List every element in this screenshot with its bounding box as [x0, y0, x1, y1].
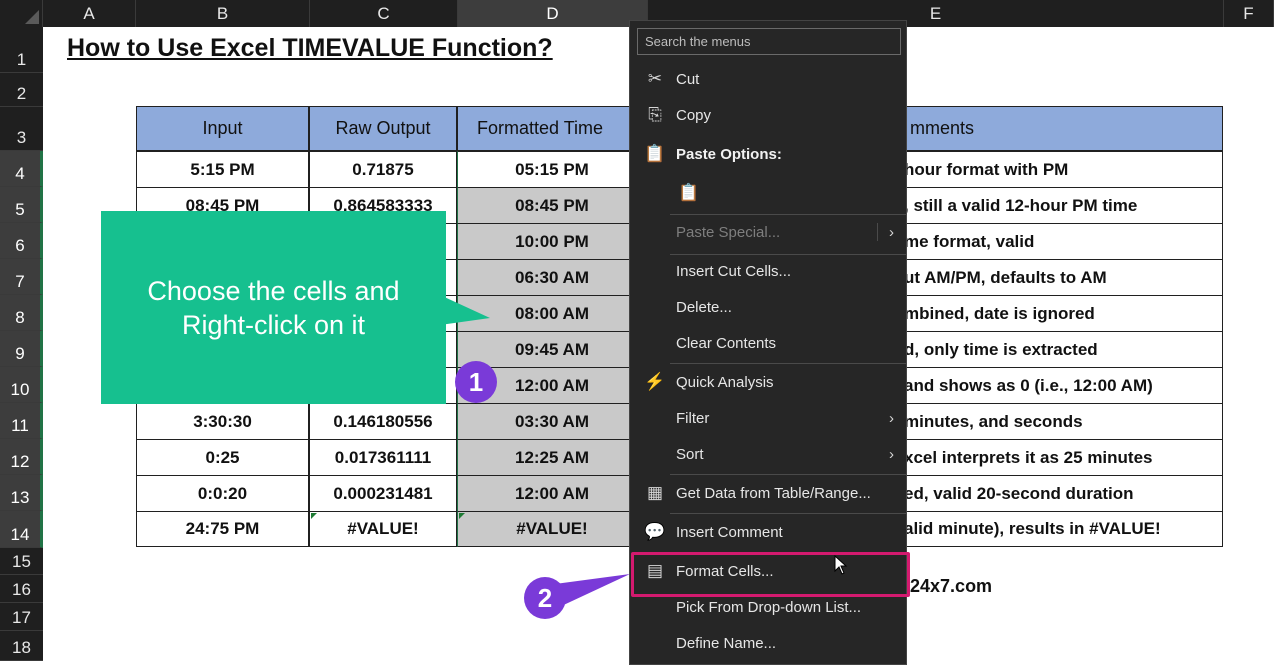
- menu-item-label: Pick From Drop-down List...: [676, 598, 862, 616]
- menu-item-insert-comment[interactable]: 💬 Insert Comment: [630, 515, 906, 549]
- menu-item-label: Paste Options:: [676, 145, 782, 163]
- clipboard-icon: 📋: [644, 144, 666, 163]
- paste-option-default[interactable]: 📋: [630, 176, 906, 210]
- row-header-16[interactable]: 16: [0, 575, 43, 603]
- menu-item-define-name[interactable]: Define Name...: [630, 626, 906, 660]
- cell-formatted-time[interactable]: #VALUE!: [457, 511, 647, 547]
- mouse-cursor-icon: [834, 555, 848, 575]
- callout-pointer: [440, 295, 490, 325]
- column-header-c[interactable]: C: [310, 0, 458, 27]
- column-header-a[interactable]: A: [43, 0, 136, 27]
- row-header-1[interactable]: 1: [0, 27, 43, 73]
- chevron-right-icon: ›: [889, 445, 894, 463]
- scissors-icon: ✂: [647, 69, 663, 88]
- cell-input[interactable]: 5:15 PM: [136, 151, 309, 188]
- row-header-15[interactable]: 15: [0, 548, 43, 575]
- menu-item-label: Clear Contents: [676, 334, 777, 352]
- cell-input[interactable]: 0:25: [136, 439, 309, 476]
- menu-search-input[interactable]: Search the menus: [637, 28, 901, 55]
- header-formatted-time[interactable]: Formatted Time: [457, 106, 647, 151]
- menu-item-label: Define Name...: [676, 634, 777, 652]
- menu-item-label: Insert Cut Cells...: [676, 262, 792, 280]
- menu-item-label: Copy: [676, 106, 712, 124]
- table-icon: ▦: [646, 483, 664, 502]
- quick-analysis-icon: ⚡: [644, 372, 666, 391]
- chevron-right-icon: ›: [889, 223, 894, 241]
- paste-icon: 📋: [678, 183, 700, 202]
- menu-item-get-data[interactable]: ▦ Get Data from Table/Range...: [630, 476, 906, 510]
- cell-raw-output[interactable]: 0.71875: [309, 151, 457, 188]
- menu-item-cut[interactable]: ✂ Cut: [630, 62, 906, 96]
- menu-item-label: Filter: [676, 409, 710, 427]
- cell-raw-output[interactable]: 0.146180556: [309, 403, 457, 440]
- cell-text: #VALUE!: [516, 519, 588, 538]
- cell-formatted-time[interactable]: 10:00 PM: [457, 223, 647, 260]
- menu-item-filter[interactable]: Filter ›: [630, 401, 906, 435]
- error-indicator-icon: [311, 513, 317, 519]
- menu-item-label: Sort: [676, 445, 704, 463]
- menu-item-insert-cut-cells[interactable]: Insert Cut Cells...: [630, 254, 906, 288]
- cell-raw-output[interactable]: 0.017361111: [309, 439, 457, 476]
- instruction-callout: Choose the cells and Right-click on it: [101, 211, 446, 404]
- cell-formatted-time[interactable]: 03:30 AM: [457, 403, 647, 440]
- row-header-5[interactable]: 5: [0, 187, 43, 223]
- cell-raw-output[interactable]: #VALUE!: [309, 511, 457, 547]
- format-cells-highlight: [631, 552, 910, 597]
- row-header-14[interactable]: 14: [0, 511, 43, 548]
- row-header-9[interactable]: 9: [0, 331, 43, 367]
- row-header-4[interactable]: 4: [0, 151, 43, 187]
- chevron-right-icon: ›: [889, 409, 894, 427]
- menu-item-copy[interactable]: ⎘ Copy: [630, 98, 906, 132]
- row-header-6[interactable]: 6: [0, 223, 43, 259]
- menu-item-label: Delete...: [676, 298, 732, 316]
- callout-line-1: Choose the cells and: [147, 275, 400, 306]
- cell-formatted-time[interactable]: 12:00 AM: [457, 475, 647, 512]
- column-header-f[interactable]: F: [1224, 0, 1274, 27]
- row-header-11[interactable]: 11: [0, 403, 43, 439]
- step-2-badge: 2: [524, 577, 566, 619]
- cell-text: #VALUE!: [347, 519, 419, 538]
- cell-input[interactable]: 3:30:30: [136, 403, 309, 440]
- cell-raw-output[interactable]: 0.000231481: [309, 475, 457, 512]
- row-header-3[interactable]: 3: [0, 107, 43, 151]
- cell-formatted-time[interactable]: 06:30 AM: [457, 259, 647, 296]
- menu-item-label: Insert Comment: [676, 523, 783, 541]
- cell-formatted-time[interactable]: 12:25 AM: [457, 439, 647, 476]
- cell-input[interactable]: 0:0:20: [136, 475, 309, 512]
- menu-item-paste-special[interactable]: Paste Special... ›: [630, 215, 906, 249]
- page-title: How to Use Excel TIMEVALUE Function?: [67, 34, 553, 62]
- menu-item-sort[interactable]: Sort ›: [630, 437, 906, 471]
- menu-item-label: Paste Special...: [676, 223, 781, 241]
- row-header-17[interactable]: 17: [0, 603, 43, 631]
- row-header-13[interactable]: 13: [0, 475, 43, 511]
- menu-item-label: Get Data from Table/Range...: [676, 484, 871, 502]
- row-header-10[interactable]: 10: [0, 367, 43, 403]
- menu-item-label: Cut: [676, 70, 700, 88]
- cell-formatted-time[interactable]: 08:45 PM: [457, 187, 647, 224]
- header-input[interactable]: Input: [136, 106, 309, 151]
- copy-icon: ⎘: [648, 105, 662, 124]
- error-indicator-icon: [459, 513, 465, 519]
- cell-formatted-time[interactable]: 05:15 PM: [457, 151, 647, 188]
- row-header-12[interactable]: 12: [0, 439, 43, 475]
- row-header-2[interactable]: 2: [0, 73, 43, 107]
- row-header-8[interactable]: 8: [0, 295, 43, 331]
- select-all-corner[interactable]: [0, 0, 43, 27]
- menu-item-quick-analysis[interactable]: ⚡ Quick Analysis: [630, 365, 906, 399]
- menu-item-clear-contents[interactable]: Clear Contents: [630, 326, 906, 360]
- row-header-18[interactable]: 18: [0, 631, 43, 661]
- menu-item-delete[interactable]: Delete...: [630, 290, 906, 324]
- header-raw-output[interactable]: Raw Output: [309, 106, 457, 151]
- comment-icon: 💬: [644, 522, 666, 541]
- callout-line-2: Right-click on it: [181, 309, 366, 340]
- menu-item-paste-options: 📋 Paste Options:: [630, 137, 906, 171]
- step-1-badge: 1: [455, 361, 497, 403]
- column-header-b[interactable]: B: [136, 0, 310, 27]
- row-header-7[interactable]: 7: [0, 259, 43, 295]
- menu-item-label: Quick Analysis: [676, 373, 774, 391]
- cell-input[interactable]: 24:75 PM: [136, 511, 309, 547]
- column-header-d[interactable]: D: [458, 0, 648, 27]
